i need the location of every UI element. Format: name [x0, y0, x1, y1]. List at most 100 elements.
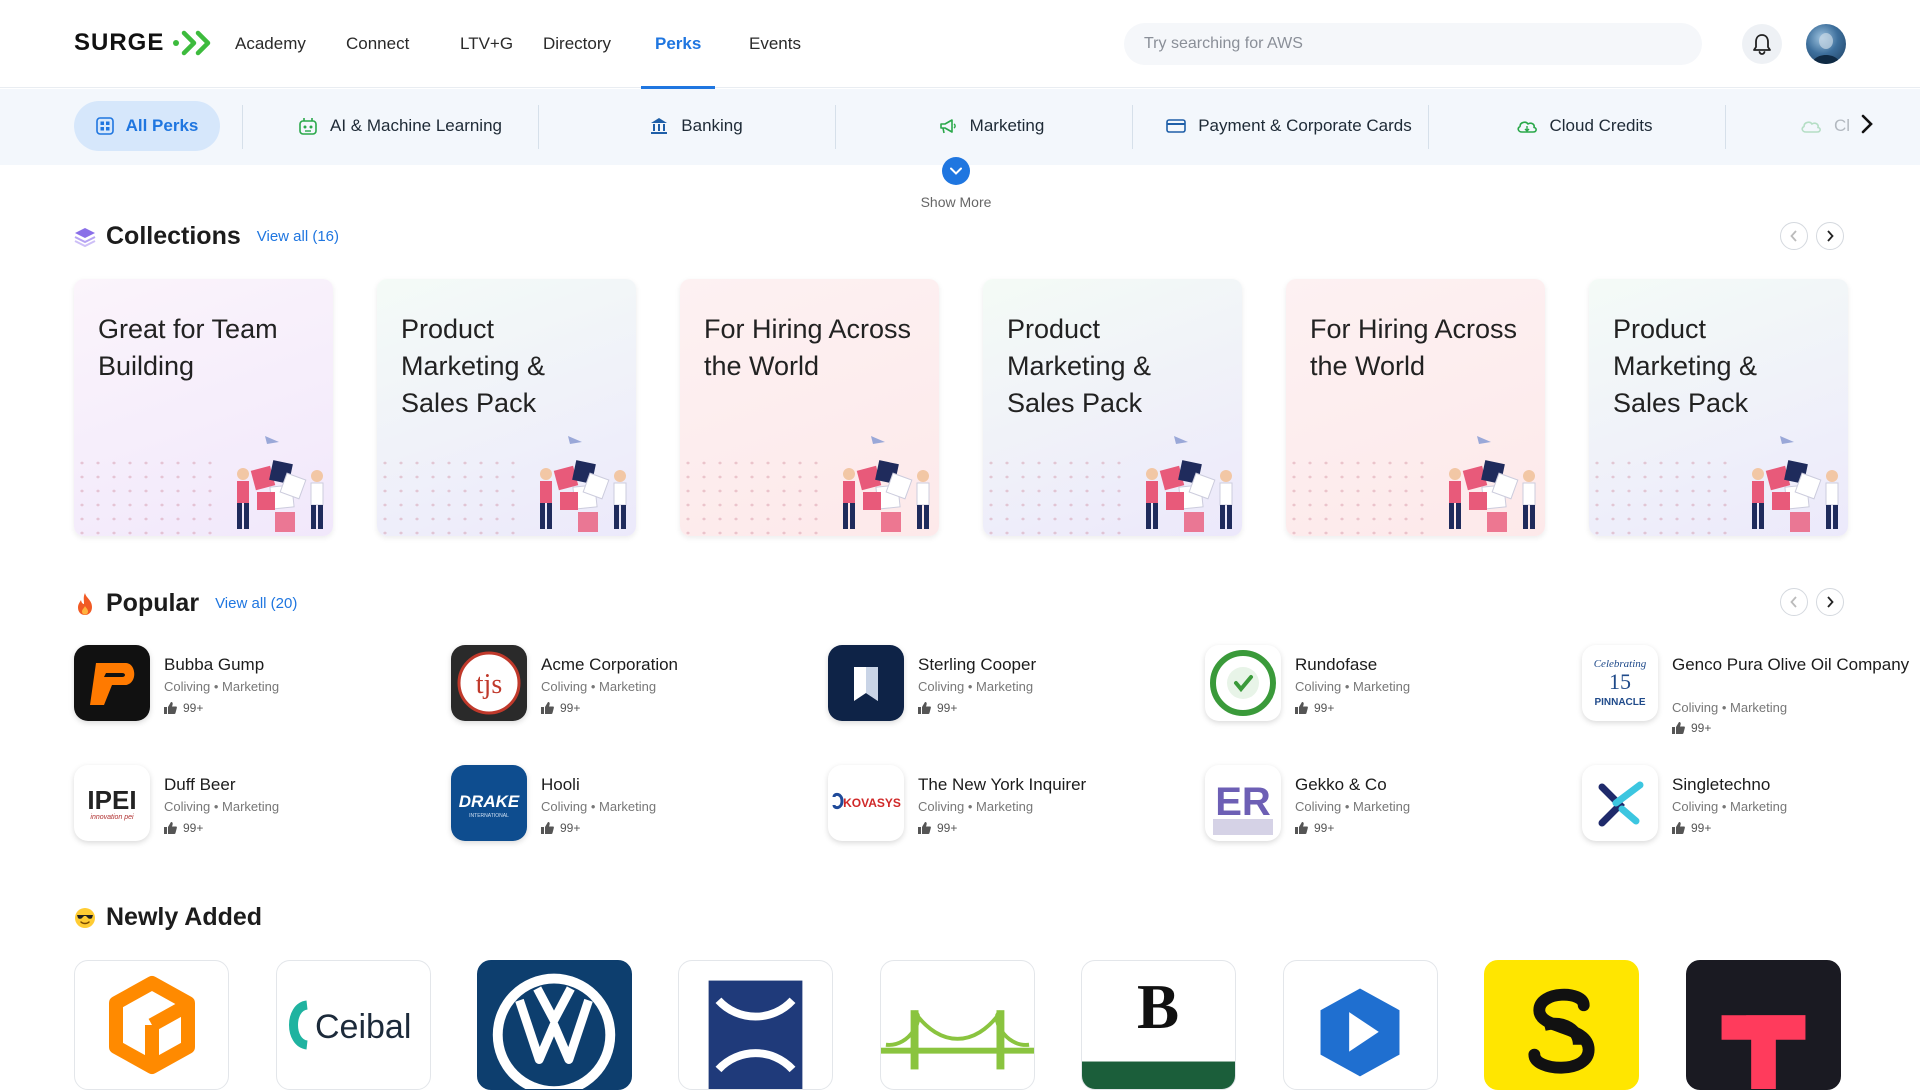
collection-card[interactable]: For Hiring Across the World: [1286, 279, 1545, 536]
collection-card[interactable]: Product Marketing & Sales Pack: [983, 279, 1242, 536]
thumbs-up-icon: [541, 702, 554, 714]
cloud-icon: [1801, 121, 1821, 133]
logo-text: ER: [1215, 780, 1271, 824]
nav-directory[interactable]: Directory: [543, 0, 611, 88]
popular-item[interactable]: IPEI innovation pei Duff Beer Coliving • …: [74, 765, 424, 847]
view-all-link[interactable]: View all (20): [215, 595, 297, 612]
collection-card[interactable]: For Hiring Across the World: [680, 279, 939, 536]
category-next-button[interactable]: [1860, 113, 1874, 142]
popular-prev-button[interactable]: [1780, 588, 1808, 616]
category-label: Payment & Corporate Cards: [1198, 116, 1412, 135]
credit-card-icon: [1166, 119, 1187, 133]
play-hex-logo: [1320, 988, 1400, 1077]
collection-title: For Hiring Across the World: [1310, 314, 1518, 381]
category-cloud-credits[interactable]: Cloud Credits: [1448, 101, 1720, 151]
thumbs-up-icon: [1672, 722, 1685, 734]
company-tags: Coliving • Marketing: [164, 799, 280, 814]
grid-icon: [95, 117, 114, 135]
collection-title: Product Marketing & Sales Pack: [1613, 314, 1758, 418]
decorative-dots: [74, 456, 224, 536]
divider: [538, 105, 539, 149]
thumbs-up-icon: [1295, 822, 1308, 834]
collection-card[interactable]: Product Marketing & Sales Pack: [1589, 279, 1848, 536]
likes-value: 99+: [937, 821, 958, 835]
popular-item[interactable]: ER Gekko & Co Coliving • Marketing 99+: [1205, 765, 1555, 847]
new-perk-card[interactable]: [477, 960, 632, 1090]
category-payment-cards[interactable]: Payment & Corporate Cards: [1150, 101, 1428, 151]
new-perk-card[interactable]: [678, 960, 833, 1090]
category-cloud-partial[interactable]: Cl: [1800, 101, 1860, 151]
newly-added-header: Newly Added: [74, 903, 262, 932]
likes-count: 99+: [1672, 721, 1711, 735]
new-perk-card[interactable]: B: [1081, 960, 1236, 1090]
chevrons-icon: [173, 30, 211, 56]
collections-prev-button[interactable]: [1780, 222, 1808, 250]
decorative-dots: [1589, 456, 1739, 536]
collection-card[interactable]: Great for Team Building: [74, 279, 333, 536]
popular-item[interactable]: Bubba Gump Coliving • Marketing 99+: [74, 645, 424, 727]
decorative-dots: [983, 456, 1133, 536]
collections-next-button[interactable]: [1816, 222, 1844, 250]
volkswagen-logo: [492, 973, 616, 1089]
show-more-button[interactable]: [942, 157, 970, 185]
thumbs-up-icon: [1672, 822, 1685, 834]
bell-icon: [1753, 34, 1771, 55]
logo-text: INTERNATIONAL: [469, 813, 509, 819]
popular-next-button[interactable]: [1816, 588, 1844, 616]
new-perk-card[interactable]: [74, 960, 229, 1090]
team-illustration: [1146, 436, 1233, 532]
team-illustration: [1752, 436, 1839, 532]
category-banking[interactable]: Banking: [560, 101, 832, 151]
popular-item[interactable]: Sterling Cooper Coliving • Marketing 99+: [828, 645, 1178, 727]
company-tags: Coliving • Marketing: [541, 799, 657, 814]
company-logo: tjs: [451, 645, 527, 721]
thumbs-up-icon: [918, 702, 931, 714]
team-illustration: [237, 436, 324, 532]
category-ai-ml[interactable]: AI & Machine Learning: [260, 101, 540, 151]
popular-item[interactable]: KOVASYS The New York Inquirer Coliving •…: [828, 765, 1178, 847]
fire-icon: [78, 592, 92, 615]
new-perk-card[interactable]: [1283, 960, 1438, 1090]
notifications-button[interactable]: [1742, 24, 1782, 64]
company-logo: [1205, 645, 1281, 721]
chevron-down-icon: [950, 167, 962, 175]
new-perk-card[interactable]: [880, 960, 1035, 1090]
logo-text: B: [1137, 972, 1179, 1042]
thumbs-up-icon: [541, 822, 554, 834]
popular-item[interactable]: Rundofase Coliving • Marketing 99+: [1205, 645, 1555, 727]
nav-academy[interactable]: Academy: [235, 0, 306, 88]
bank-icon: [651, 118, 668, 134]
new-perk-card[interactable]: [1686, 960, 1841, 1090]
search-input[interactable]: [1124, 23, 1702, 65]
decorative-dots: [377, 456, 527, 536]
popular-item[interactable]: Singletechno Coliving • Marketing 99+: [1582, 765, 1920, 847]
popular-item[interactable]: Celebrating 15 PINNACLE Genco Pura Olive O…: [1582, 645, 1920, 735]
blue-arc-logo: [708, 980, 803, 1089]
chevron-right-icon: [1827, 596, 1834, 608]
nav-label: Events: [749, 34, 801, 53]
divider: [1132, 105, 1133, 149]
popular-item[interactable]: DRAKE INTERNATIONAL Hooli Coliving • Mark…: [451, 765, 801, 847]
view-all-link[interactable]: View all (16): [257, 228, 339, 245]
popular-item[interactable]: tjs Acme Corporation Coliving • Marketin…: [451, 645, 801, 727]
category-marketing[interactable]: Marketing: [855, 101, 1127, 151]
nav-connect[interactable]: Connect: [346, 0, 409, 88]
category-label: Marketing: [969, 116, 1045, 135]
surge-logo[interactable]: SURGE: [74, 28, 218, 58]
collection-card[interactable]: Product Marketing & Sales Pack: [377, 279, 636, 536]
category-all-perks[interactable]: All Perks: [74, 101, 220, 151]
nav-events[interactable]: Events: [749, 0, 801, 88]
user-avatar[interactable]: [1806, 24, 1846, 64]
nav-perks[interactable]: Perks: [641, 0, 716, 89]
show-more-label[interactable]: Show More: [900, 194, 1012, 210]
collection-title: Product Marketing & Sales Pack: [401, 314, 546, 418]
company-tags: Coliving • Marketing: [1672, 799, 1788, 814]
new-perk-card[interactable]: [1484, 960, 1639, 1090]
b150-logo: B: [1082, 972, 1235, 1089]
nav-ltvg[interactable]: LTV+G: [460, 0, 513, 88]
company-name: Rundofase: [1295, 655, 1378, 674]
new-perk-card[interactable]: Ceibal: [276, 960, 431, 1090]
company-logo: [74, 645, 150, 721]
likes-count: 99+: [164, 701, 203, 715]
team-illustration: [540, 436, 627, 532]
